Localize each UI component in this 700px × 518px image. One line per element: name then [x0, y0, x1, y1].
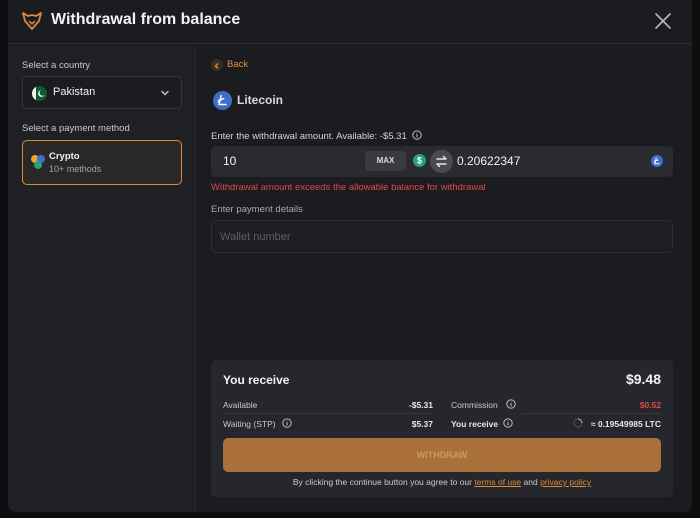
back-arrow-icon: [211, 59, 223, 71]
terms-of-use-link[interactable]: terms of use: [474, 477, 521, 487]
country-value: Pakistan: [53, 86, 96, 98]
chevron-down-icon: [161, 90, 169, 96]
payment-details-label: Enter payment details: [211, 204, 303, 215]
amount-error-message: Withdrawal amount exceeds the allowable …: [211, 182, 486, 193]
commission-value: $0.52: [639, 400, 661, 410]
waiting-value: $5.37: [411, 419, 433, 429]
agreement-text: By clicking the continue button you agre…: [211, 477, 673, 487]
agreement-and: and: [523, 477, 538, 487]
country-label: Select a country: [22, 60, 91, 71]
max-button[interactable]: MAX: [365, 151, 406, 171]
back-label: Back: [227, 59, 249, 70]
withdrawal-modal: Withdrawal from balance Select a country…: [8, 0, 692, 512]
modal-header: Withdrawal from balance: [8, 0, 692, 44]
commission-label: Commission: [451, 400, 498, 410]
available-value: -$5.31: [408, 400, 433, 410]
agreement-prefix: By clicking the continue button you agre…: [292, 477, 472, 487]
close-icon[interactable]: [654, 12, 672, 30]
method-subtitle: 10+ methods: [49, 164, 102, 174]
country-select[interactable]: Pakistan: [22, 76, 182, 109]
amount-label: Enter the withdrawal amount. Available: …: [211, 130, 423, 142]
swap-button[interactable]: [430, 150, 453, 173]
method-name: Crypto: [49, 151, 80, 162]
commission-info-icon[interactable]: [506, 399, 516, 409]
receive-value: ≈ 0.19549985 LTC: [590, 419, 661, 429]
modal-title: Withdrawal from balance: [51, 11, 241, 28]
waiting-label: Waiting (STP): [223, 419, 276, 429]
available-label: Available: [223, 400, 258, 410]
wallet-number-input[interactable]: [211, 220, 673, 253]
info-icon[interactable]: [412, 130, 423, 140]
litecoin-small-icon: [651, 155, 663, 167]
amount-input[interactable]: 10: [223, 154, 236, 168]
privacy-policy-link[interactable]: privacy policy: [540, 477, 591, 487]
receive-label: You receive: [451, 419, 499, 429]
summary-panel: You receive $9.48 Available -$5.31 Commi…: [211, 360, 673, 497]
receive-info-icon[interactable]: [503, 418, 513, 428]
summary-title: You receive: [223, 373, 290, 387]
pakistan-flag-icon: [32, 86, 47, 101]
usd-coin-icon: $: [413, 154, 426, 167]
payment-method-label: Select a payment method: [22, 123, 130, 134]
withdraw-button[interactable]: WITHDRAW: [223, 438, 661, 472]
crypto-amount[interactable]: 0.20622347: [457, 154, 520, 168]
swap-arrows-icon: [436, 155, 447, 168]
fox-logo-icon: [22, 12, 42, 30]
svg-text:$: $: [417, 156, 422, 166]
litecoin-icon: [213, 91, 232, 110]
payment-method-crypto[interactable]: Crypto 10+ methods: [22, 140, 182, 185]
divider: [223, 413, 433, 414]
amount-input-row: 10 MAX $ 0.20622347: [211, 146, 673, 177]
coin-name: Litecoin: [237, 93, 284, 107]
crypto-coins-icon: [31, 155, 45, 169]
summary-total: $9.48: [625, 371, 661, 387]
waiting-info-icon[interactable]: [282, 418, 292, 428]
sidebar: Select a country Pakistan Select a payme…: [8, 45, 196, 512]
divider: [521, 413, 661, 414]
